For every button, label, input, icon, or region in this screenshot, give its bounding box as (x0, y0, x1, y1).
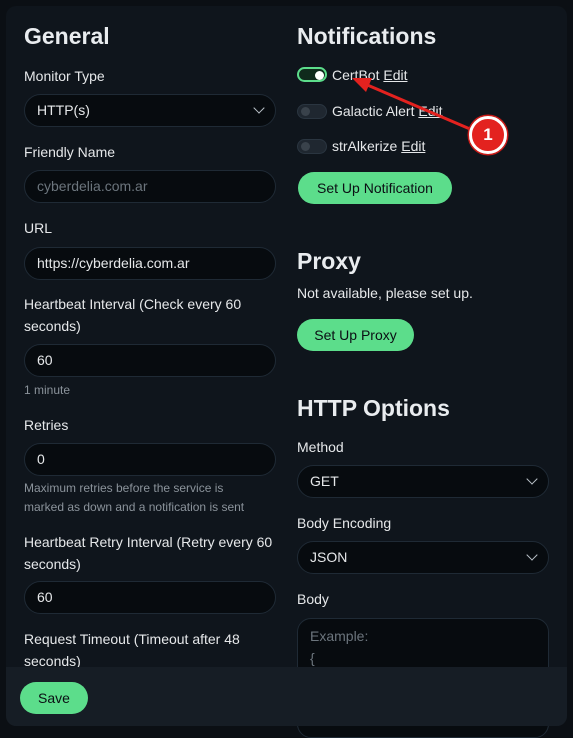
monitor-type-value: HTTP(s) (37, 102, 90, 118)
body-encoding-value: JSON (310, 549, 348, 565)
request-timeout-label: Request Timeout (Timeout after 48 second… (24, 631, 240, 669)
friendly-name-input[interactable]: cyberdelia.com.ar (24, 170, 276, 203)
galactic-alert-edit-link[interactable]: Edit (418, 103, 442, 119)
heartbeat-interval-hint: 1 minute (24, 383, 71, 397)
chevron-down-icon (526, 549, 538, 561)
notifications-title: Notifications (297, 23, 437, 49)
toggle-knob (301, 142, 310, 151)
retries-label: Retries (24, 417, 69, 433)
certbot-edit-link[interactable]: Edit (383, 67, 407, 83)
monitor-type-label: Monitor Type (24, 68, 105, 84)
notification-name: Galactic Alert (332, 103, 415, 119)
proxy-title: Proxy (297, 248, 361, 274)
url-label: URL (24, 220, 53, 236)
notification-item-stralkerize: strAlkerize Edit (332, 138, 425, 154)
friendly-name-label: Friendly Name (24, 144, 116, 160)
notification-item-certbot: CertBot Edit (332, 67, 407, 83)
body-encoding-label: Body Encoding (297, 515, 392, 531)
galactic-alert-toggle[interactable] (297, 104, 327, 119)
monitor-type-select[interactable]: HTTP(s) (24, 94, 276, 127)
heartbeat-interval-label: Heartbeat Interval (Check every 60 secon… (24, 296, 242, 334)
certbot-toggle[interactable] (297, 67, 327, 82)
heartbeat-interval-input[interactable]: 60 (24, 344, 276, 377)
notification-name: strAlkerize (332, 138, 398, 154)
chevron-down-icon (253, 102, 265, 114)
retry-interval-label: Heartbeat Retry Interval (Retry every 60… (24, 534, 273, 572)
url-input[interactable]: https://cyberdelia.com.ar (24, 247, 276, 280)
http-options-title: HTTP Options (297, 395, 450, 421)
annotation-badge: 1 (469, 116, 507, 154)
stralkerize-edit-link[interactable]: Edit (401, 138, 425, 154)
toggle-knob (301, 107, 310, 116)
retries-hint: Maximum retries before the service is ma… (24, 481, 245, 514)
footer-bar: Save (6, 667, 567, 726)
retries-input[interactable]: 0 (24, 443, 276, 476)
chevron-down-icon (526, 473, 538, 485)
setup-notification-button[interactable]: Set Up Notification (298, 172, 452, 204)
body-encoding-select[interactable]: JSON (297, 541, 549, 574)
stralkerize-toggle[interactable] (297, 139, 327, 154)
method-value: GET (310, 473, 339, 489)
body-label: Body (297, 591, 329, 607)
retry-interval-input[interactable]: 60 (24, 581, 276, 614)
toggle-knob (315, 70, 324, 80)
general-title: General (24, 23, 110, 49)
save-button[interactable]: Save (20, 682, 88, 714)
method-label: Method (297, 439, 344, 455)
setup-proxy-button[interactable]: Set Up Proxy (297, 319, 414, 351)
notification-item-galactic-alert: Galactic Alert Edit (332, 103, 443, 119)
method-select[interactable]: GET (297, 465, 549, 498)
proxy-message: Not available, please set up. (297, 285, 473, 301)
notification-name: CertBot (332, 67, 380, 83)
